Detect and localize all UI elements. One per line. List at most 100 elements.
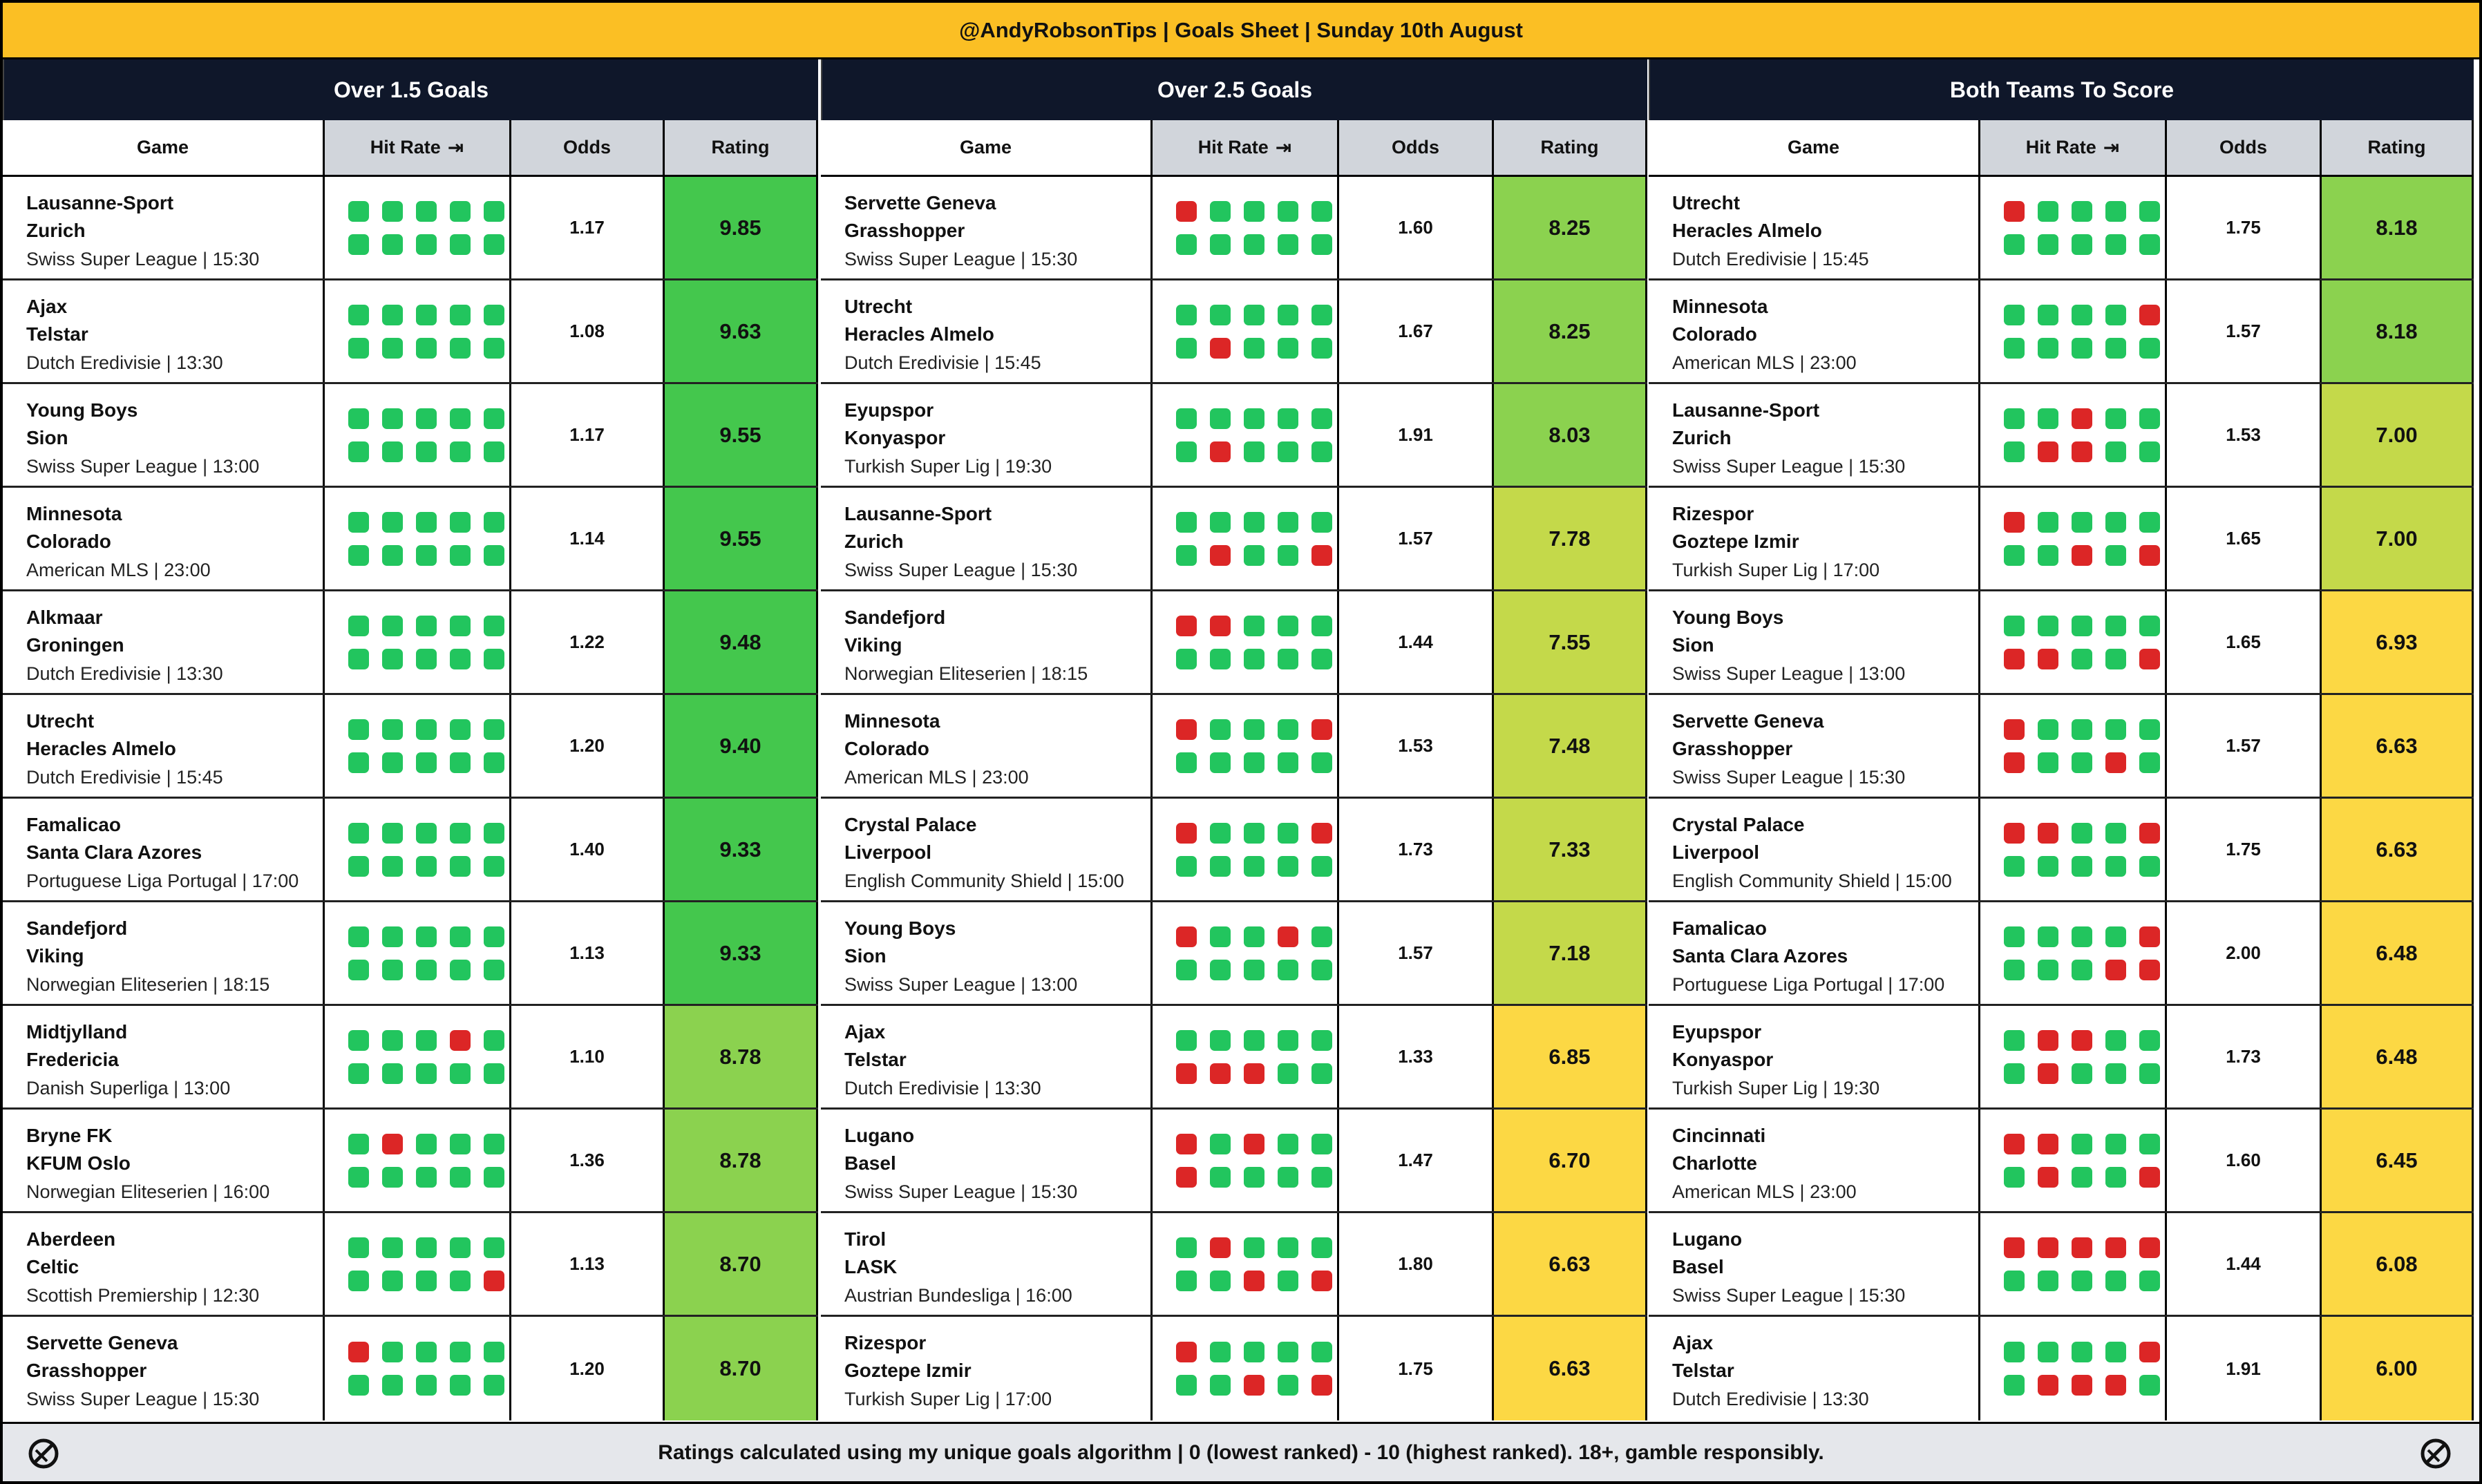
column-header-label: Odds	[2219, 137, 2267, 158]
miss-square	[1176, 1342, 1197, 1362]
column-header-label: Game	[1787, 137, 1840, 158]
hit-square	[450, 200, 471, 222]
hit-square	[1311, 1029, 1332, 1051]
hit-square	[1176, 752, 1197, 773]
hit-square	[2038, 1270, 2058, 1291]
hit-square	[1278, 1375, 1298, 1396]
odds-value: 1.57	[1339, 488, 1494, 589]
hit-square	[1244, 337, 1264, 359]
hit-rate-cell	[325, 177, 511, 278]
column-header-odds: Odds	[2167, 120, 2322, 175]
league-time: Swiss Super League | 15:30	[1672, 456, 1906, 477]
league-time: Swiss Super League | 15:30	[26, 1389, 260, 1409]
hit-square	[1210, 200, 1231, 222]
miss-square	[2038, 1029, 2058, 1051]
game-cell: Young Boys Sion Swiss Super League | 13:00	[3, 384, 325, 486]
table-row: Young Boys Sion Swiss Super League | 13:00…	[821, 902, 1647, 1006]
hit-rate-row	[348, 1029, 509, 1051]
odds-value: 1.08	[511, 280, 665, 382]
league-time: Swiss Super League | 15:30	[844, 560, 1078, 580]
league-time: American MLS | 23:00	[1672, 1181, 1857, 1202]
hit-square	[2105, 648, 2126, 669]
away-team: Grasshopper	[1672, 738, 1793, 759]
miss-square	[1244, 1270, 1264, 1291]
column-header-rating: Rating	[665, 120, 818, 175]
league-time: Turkish Super Lig | 17:00	[844, 1389, 1052, 1409]
miss-square	[1210, 1063, 1231, 1084]
table-row: Servette Geneva Grasshopper Swiss Super Le…	[3, 1317, 818, 1420]
hit-square	[2004, 1063, 2025, 1084]
hit-square	[1176, 408, 1197, 429]
hit-square	[484, 441, 504, 462]
miss-square	[2072, 1375, 2092, 1396]
hit-square	[348, 1133, 369, 1154]
hit-square	[1244, 926, 1264, 947]
game-cell: Minnesota Colorado American MLS | 23:00	[821, 695, 1153, 797]
hit-square	[416, 441, 437, 462]
hit-square	[2105, 234, 2126, 255]
hit-square	[1176, 337, 1197, 359]
column-header-label: Odds	[1391, 137, 1439, 158]
hit-rate-row	[348, 337, 509, 359]
table-row: Sandefjord Viking Norwegian Eliteserien | …	[821, 591, 1647, 695]
game-cell: Minnesota Colorado American MLS | 23:00	[3, 488, 325, 589]
hit-rate-row	[2004, 408, 2165, 429]
hit-square	[484, 1133, 504, 1154]
home-team: Tirol	[844, 1228, 887, 1250]
miss-square	[2038, 441, 2058, 462]
odds-value: 1.33	[1339, 1006, 1494, 1107]
hit-square	[484, 822, 504, 844]
hit-square	[2105, 855, 2126, 877]
hit-square	[416, 1375, 437, 1396]
hit-square	[2072, 926, 2092, 947]
home-team: Utrecht	[1672, 192, 1741, 213]
home-team: Famalicao	[1672, 917, 1767, 939]
rating-value: 9.48	[665, 591, 818, 693]
hit-rate-row	[1176, 1375, 1337, 1396]
hit-square	[484, 511, 504, 533]
hit-square	[1210, 926, 1231, 947]
hit-square	[348, 304, 369, 325]
miss-square	[2139, 1166, 2160, 1188]
hit-square	[2072, 1166, 2092, 1188]
odds-value: 1.17	[511, 384, 665, 486]
rating-value: 6.63	[2322, 799, 2474, 900]
hit-square	[416, 1237, 437, 1258]
hit-square	[2105, 1342, 2126, 1362]
table-row: Minnesota Colorado American MLS | 23:00 1.5…	[1649, 280, 2474, 384]
hit-rate-row	[1176, 544, 1337, 566]
hit-square	[2038, 855, 2058, 877]
miss-square	[2004, 822, 2025, 844]
hit-square	[1244, 441, 1264, 462]
hit-rate-row	[2004, 1029, 2165, 1051]
miss-square	[1176, 1166, 1197, 1188]
arrow-right-to-bar-icon: ⇥	[1275, 137, 1292, 158]
hit-square	[2072, 1133, 2092, 1154]
hit-square	[416, 822, 437, 844]
hit-square	[1278, 1342, 1298, 1362]
miss-square	[2139, 648, 2160, 669]
odds-value: 1.91	[1339, 384, 1494, 486]
hit-square	[416, 337, 437, 359]
hit-square	[484, 1237, 504, 1258]
hit-square	[2004, 408, 2025, 429]
rating-value: 6.93	[2322, 591, 2474, 693]
miss-square	[2139, 304, 2160, 325]
hit-square	[1311, 441, 1332, 462]
hit-rate-row	[2004, 959, 2165, 980]
column-header-label: Rating	[711, 137, 770, 158]
hit-square	[2038, 959, 2058, 980]
hit-square	[2105, 408, 2126, 429]
miss-square	[2139, 959, 2160, 980]
hit-square	[484, 1375, 504, 1396]
hit-square	[416, 408, 437, 429]
hit-square	[1311, 408, 1332, 429]
miss-square	[1210, 337, 1231, 359]
hit-square	[382, 511, 403, 533]
hit-rate-row	[1176, 1029, 1337, 1051]
hit-square	[484, 615, 504, 636]
hit-square	[1311, 615, 1332, 636]
column-header-rating: Rating	[1494, 120, 1647, 175]
hit-square	[450, 544, 471, 566]
away-team: Basel	[1672, 1256, 1724, 1277]
